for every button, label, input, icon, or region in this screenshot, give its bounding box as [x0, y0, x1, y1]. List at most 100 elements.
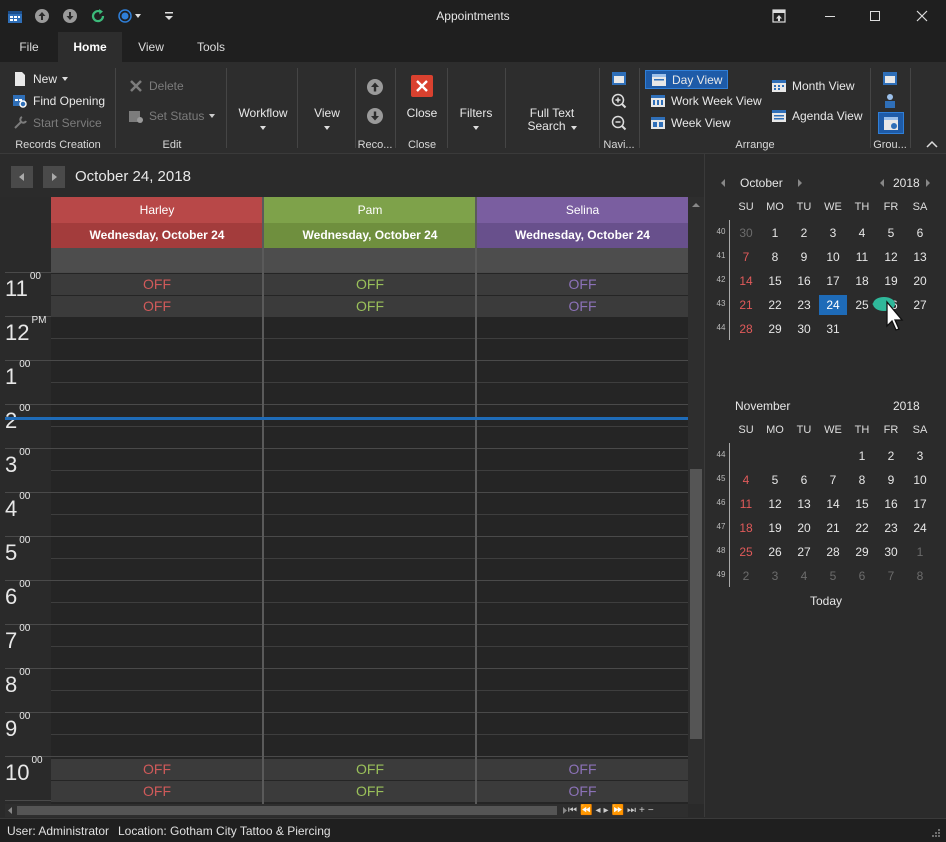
calendar-day[interactable]: 3	[761, 566, 789, 586]
calendar-day[interactable]: 3	[819, 223, 847, 243]
calendar-day[interactable]: 13	[906, 247, 934, 267]
view-button[interactable]: View	[304, 107, 350, 133]
calendar-day[interactable]: 30	[877, 542, 905, 562]
calendar-day[interactable]: 15	[761, 271, 789, 291]
calendar-day[interactable]: 15	[848, 494, 876, 514]
calendar-day[interactable]: 4	[732, 470, 760, 490]
tab-view[interactable]: View	[122, 32, 180, 62]
start-service-button[interactable]: Start Service	[12, 115, 102, 131]
calendar-day[interactable]: 13	[790, 494, 818, 514]
calendar-day[interactable]: 16	[877, 494, 905, 514]
minimize-icon[interactable]	[815, 4, 845, 28]
calendar-day[interactable]: 30	[732, 223, 760, 243]
calendar-day[interactable]: 5	[819, 566, 847, 586]
all-day-cell-harley[interactable]	[51, 248, 263, 272]
time-column-harley[interactable]	[51, 272, 263, 804]
off-block-pam-2[interactable]: OFF	[264, 296, 476, 317]
calendar-day[interactable]: 5	[877, 223, 905, 243]
calendar-day[interactable]: 28	[732, 319, 760, 339]
calendar-day[interactable]: 27	[906, 295, 934, 315]
close-record-icon[interactable]	[411, 75, 433, 100]
vertical-scroll-thumb[interactable]	[690, 469, 702, 739]
calendar-day[interactable]: 17	[819, 271, 847, 291]
calendar-day[interactable]: 14	[732, 271, 760, 291]
calendar-day[interactable]: 10	[906, 470, 934, 490]
resize-grip-icon[interactable]	[930, 827, 942, 842]
calendar-day[interactable]: 7	[877, 566, 905, 586]
previous-page-icon[interactable]: ⏪	[580, 805, 592, 816]
off-block-pam-4[interactable]: OFF	[264, 781, 476, 802]
workflow-button[interactable]: Workflow	[232, 107, 294, 133]
resource-header-harley[interactable]: Harley	[51, 197, 263, 223]
zoom-out-icon[interactable]	[611, 115, 627, 134]
off-block-selina-1[interactable]: OFF	[477, 274, 688, 295]
next-day-icon[interactable]	[43, 166, 65, 188]
group-by-resource-icon[interactable]	[882, 93, 898, 112]
close-button[interactable]: Close	[400, 107, 444, 120]
off-block-selina-2[interactable]: OFF	[477, 296, 688, 317]
off-block-selina-4[interactable]: OFF	[477, 781, 688, 802]
calendar-day[interactable]: 23	[790, 295, 818, 315]
calendar-day[interactable]: 12	[877, 247, 905, 267]
off-block-harley-1[interactable]: OFF	[51, 274, 263, 295]
calendar-day[interactable]: 18	[848, 271, 876, 291]
calendar-day[interactable]: 27	[790, 542, 818, 562]
calendar-day[interactable]: 2	[790, 223, 818, 243]
calendar-day[interactable]: 25	[732, 542, 760, 562]
previous-record-icon[interactable]	[366, 78, 384, 99]
calendar-day[interactable]: 21	[732, 295, 760, 315]
resource-header-pam[interactable]: Pam	[264, 197, 476, 223]
full-text-search-button[interactable]: Full Text Search	[518, 107, 586, 133]
tab-tools[interactable]: Tools	[180, 32, 242, 62]
calendar-day[interactable]: 2	[877, 446, 905, 466]
calendar-day[interactable]: 24	[906, 518, 934, 538]
all-day-cell-selina[interactable]	[477, 248, 688, 272]
tab-home[interactable]: Home	[58, 32, 122, 62]
calendar-day[interactable]: 17	[906, 494, 934, 514]
agenda-view-button[interactable]: Agenda View	[771, 108, 863, 124]
new-button[interactable]: New	[12, 71, 69, 87]
calendar-day[interactable]: 6	[848, 566, 876, 586]
time-column-selina[interactable]	[477, 272, 688, 804]
today-button[interactable]: Today	[705, 594, 946, 608]
week-view-button[interactable]: Week View	[650, 115, 731, 131]
calendar-day[interactable]: 20	[790, 518, 818, 538]
find-opening-button[interactable]: Find Opening	[12, 93, 105, 109]
calendar-day[interactable]: 5	[761, 470, 789, 490]
calendar-day[interactable]: 7	[732, 247, 760, 267]
close-window-icon[interactable]	[907, 4, 937, 28]
date-header-pam[interactable]: Wednesday, October 24	[264, 223, 476, 248]
delete-button[interactable]: Delete	[128, 78, 184, 94]
calendar-day[interactable]: 11	[848, 247, 876, 267]
off-block-harley-4[interactable]: OFF	[51, 781, 263, 802]
off-block-selina-3[interactable]: OFF	[477, 759, 688, 780]
calendar-day[interactable]: 7	[819, 470, 847, 490]
pin-ribbon-icon[interactable]	[764, 4, 794, 28]
november-year-label[interactable]: 2018	[893, 399, 920, 413]
off-block-pam-3[interactable]: OFF	[264, 759, 476, 780]
add-resource-icon[interactable]: +	[639, 805, 645, 816]
calendar-day[interactable]: 29	[848, 542, 876, 562]
calendar-day[interactable]: 20	[906, 271, 934, 291]
next-record-icon[interactable]	[366, 107, 384, 128]
calendar-day[interactable]: 4	[848, 223, 876, 243]
calendar-day[interactable]: 19	[877, 271, 905, 291]
next-month-icon[interactable]	[796, 177, 804, 191]
remove-resource-icon[interactable]: −	[648, 805, 654, 816]
calendar-day[interactable]: 22	[848, 518, 876, 538]
calendar-day[interactable]: 10	[819, 247, 847, 267]
maximize-icon[interactable]	[860, 4, 890, 28]
previous-month-icon[interactable]	[719, 177, 727, 191]
calendar-day[interactable]: 28	[819, 542, 847, 562]
next-resource-icon[interactable]: ▸	[603, 805, 608, 816]
calendar-day[interactable]: 9	[877, 470, 905, 490]
date-header-selina[interactable]: Wednesday, October 24	[477, 223, 688, 248]
date-header-harley[interactable]: Wednesday, October 24	[51, 223, 263, 248]
calendar-day[interactable]: 8	[906, 566, 934, 586]
november-month-label[interactable]: November	[735, 399, 790, 413]
calendar-day[interactable]: 6	[790, 470, 818, 490]
calendar-day[interactable]: 22	[761, 295, 789, 315]
calendar-day[interactable]: 6	[906, 223, 934, 243]
work-week-view-button[interactable]: Work Week View	[650, 93, 762, 109]
calendar-day[interactable]: 24	[819, 295, 847, 315]
